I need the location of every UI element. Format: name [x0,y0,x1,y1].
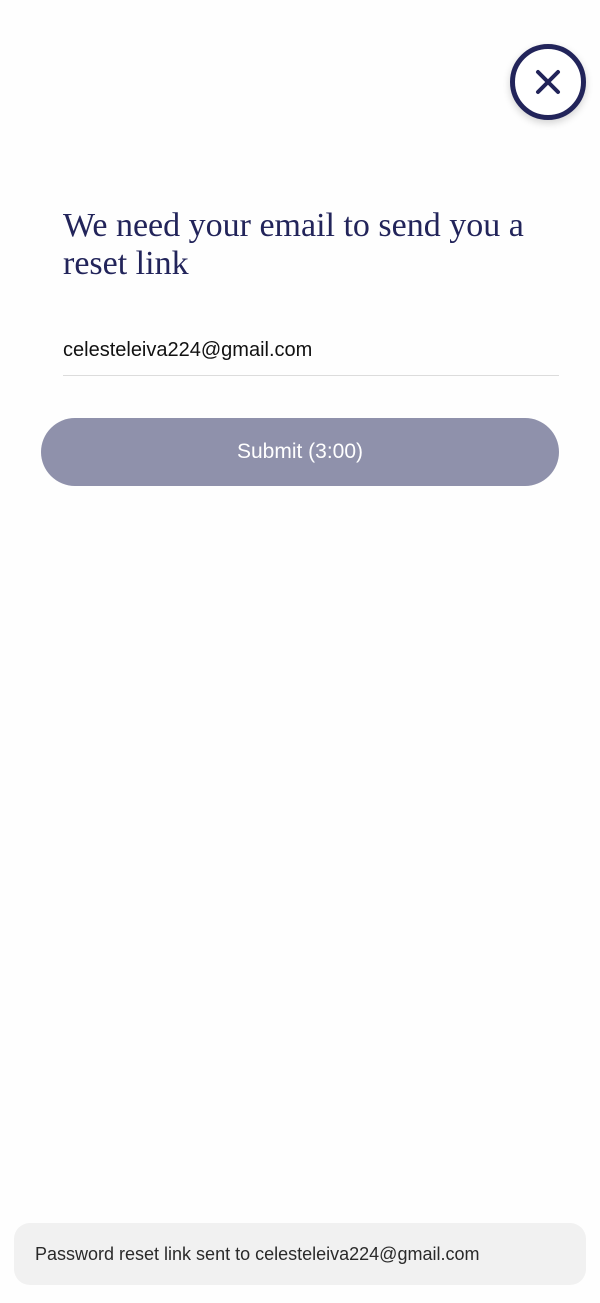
page-title: We need your email to send you a reset l… [63,207,524,282]
email-field[interactable] [63,326,559,376]
close-icon [536,70,560,94]
toast-message: Password reset link sent to celesteleiva… [35,1243,480,1264]
submit-button[interactable]: Submit (3:00) [41,418,559,486]
toast-notification: Password reset link sent to celesteleiva… [14,1223,586,1285]
close-button[interactable] [510,44,586,120]
